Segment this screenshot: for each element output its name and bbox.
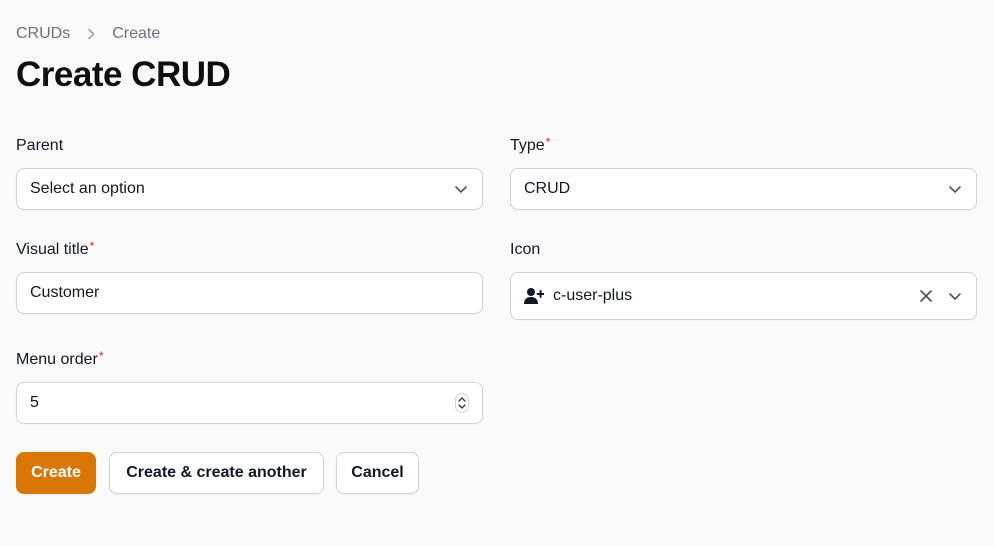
- required-marker: *: [89, 239, 95, 253]
- type-select-value: CRUD: [524, 180, 571, 197]
- number-stepper-icon[interactable]: [455, 393, 469, 413]
- type-label-text: Type: [510, 137, 545, 154]
- visual-title-input[interactable]: Customer: [16, 272, 483, 314]
- chevron-down-icon: [453, 181, 469, 197]
- menu-order-value: 5: [30, 394, 39, 411]
- breadcrumb-cruds-link[interactable]: CRUDs: [16, 25, 70, 43]
- required-marker: *: [545, 135, 551, 149]
- create-button[interactable]: Create: [16, 452, 96, 494]
- clear-icon[interactable]: [919, 289, 933, 303]
- menu-order-label: Menu order*: [16, 349, 104, 370]
- parent-label-text: Parent: [16, 137, 64, 154]
- chevron-right-icon: [84, 27, 98, 41]
- page-title: Create CRUD: [16, 55, 231, 94]
- visual-title-label: Visual title*: [16, 239, 95, 260]
- breadcrumb-current: Create: [112, 25, 161, 42]
- visual-title-label-text: Visual title: [16, 241, 89, 258]
- icon-label: Icon: [510, 240, 540, 260]
- menu-order-label-text: Menu order: [16, 351, 98, 368]
- parent-label: Parent: [16, 136, 63, 156]
- type-select[interactable]: CRUD: [510, 168, 977, 210]
- cancel-button[interactable]: Cancel: [336, 452, 419, 494]
- chevron-down-icon: [947, 181, 963, 197]
- parent-select-value: Select an option: [30, 180, 145, 197]
- create-and-create-another-button[interactable]: Create & create another: [109, 452, 324, 494]
- chevron-down-icon[interactable]: [947, 288, 963, 304]
- type-label: Type*: [510, 135, 551, 156]
- create-crud-page: CRUDs Create Create CRUD Parent Select a…: [0, 0, 994, 546]
- icon-label-text: Icon: [510, 241, 541, 258]
- parent-select[interactable]: Select an option: [16, 168, 483, 210]
- required-marker: *: [98, 349, 104, 363]
- menu-order-input[interactable]: 5: [16, 382, 483, 424]
- visual-title-value: Customer: [30, 284, 100, 301]
- breadcrumb: CRUDs Create: [16, 24, 160, 44]
- icon-select[interactable]: c-user-plus: [510, 272, 977, 320]
- icon-select-value: c-user-plus: [553, 287, 633, 304]
- user-plus-icon: [524, 287, 544, 305]
